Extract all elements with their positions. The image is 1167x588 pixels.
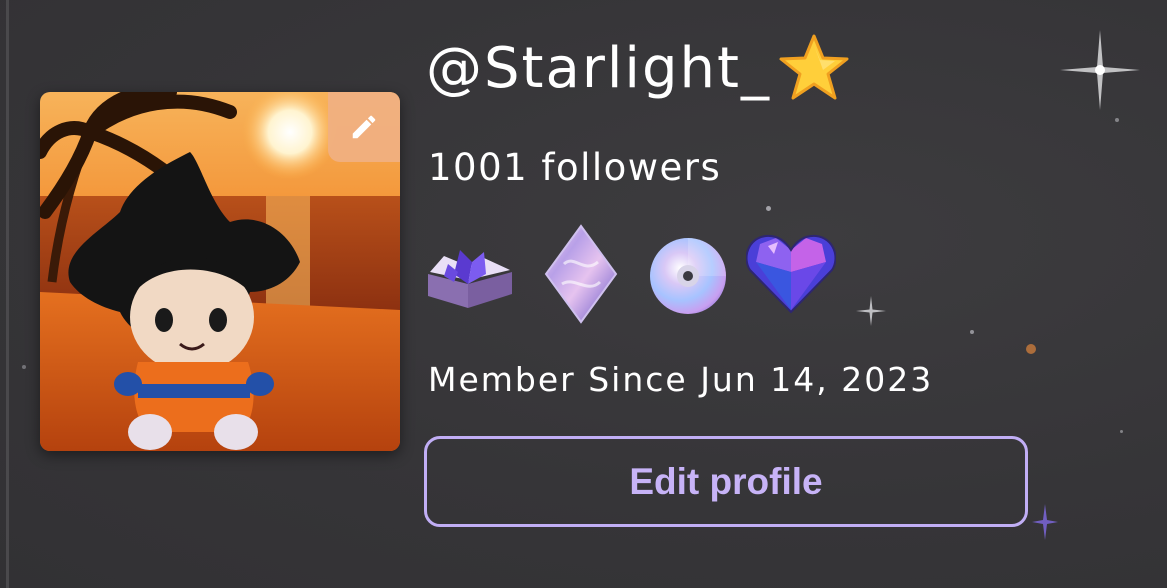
twinkle-dot	[1120, 430, 1123, 433]
sparkle-decoration	[1060, 30, 1140, 110]
twinkle-dot	[1115, 118, 1119, 122]
badge-row	[424, 224, 864, 324]
twinkle-dot	[1026, 344, 1036, 354]
profile-header: @Starlight_ 1001 followers Member Since …	[0, 0, 1167, 588]
pencil-icon	[352, 115, 376, 139]
twinkle-dot	[970, 330, 974, 334]
username: @Starlight_	[426, 28, 851, 108]
left-divider	[6, 0, 9, 588]
twinkle-dot	[22, 365, 26, 369]
edit-avatar-button[interactable]	[328, 92, 400, 162]
profile-avatar[interactable]	[40, 92, 400, 451]
star-icon	[779, 34, 849, 100]
sparkle-decoration	[1032, 504, 1058, 540]
edit-profile-button[interactable]: Edit profile	[424, 436, 1028, 527]
holographic-diamond-icon[interactable]	[544, 224, 618, 324]
member-since-date: Member Since Jun 14, 2023	[428, 360, 934, 399]
username-text: @Starlight_	[426, 35, 771, 101]
holographic-disc-icon[interactable]	[648, 236, 728, 316]
crystal-book-icon[interactable]	[424, 244, 516, 310]
gem-heart-icon[interactable]	[746, 232, 836, 314]
follower-count[interactable]: 1001 followers	[428, 146, 721, 189]
twinkle-dot	[766, 206, 771, 211]
